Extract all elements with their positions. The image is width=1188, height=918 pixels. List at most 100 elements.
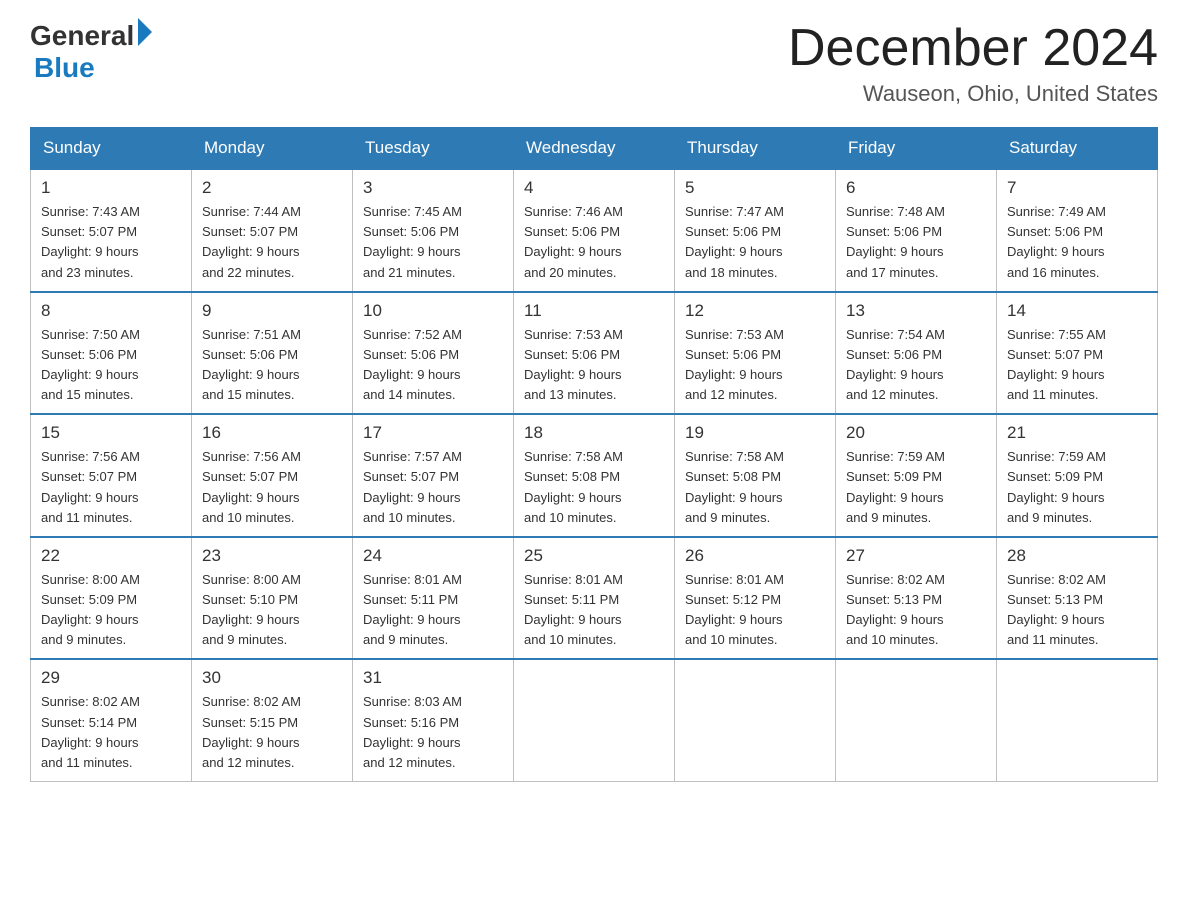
day-info: Sunrise: 8:00 AM Sunset: 5:09 PM Dayligh… — [41, 570, 181, 651]
day-number: 25 — [524, 546, 664, 566]
calendar-cell: 12 Sunrise: 7:53 AM Sunset: 5:06 PM Dayl… — [675, 292, 836, 415]
day-info: Sunrise: 7:59 AM Sunset: 5:09 PM Dayligh… — [1007, 447, 1147, 528]
day-number: 15 — [41, 423, 181, 443]
calendar-cell: 1 Sunrise: 7:43 AM Sunset: 5:07 PM Dayli… — [31, 169, 192, 292]
day-number: 5 — [685, 178, 825, 198]
calendar-cell — [997, 659, 1158, 781]
day-info: Sunrise: 7:52 AM Sunset: 5:06 PM Dayligh… — [363, 325, 503, 406]
week-row-3: 15 Sunrise: 7:56 AM Sunset: 5:07 PM Dayl… — [31, 414, 1158, 537]
day-info: Sunrise: 7:57 AM Sunset: 5:07 PM Dayligh… — [363, 447, 503, 528]
calendar-cell: 21 Sunrise: 7:59 AM Sunset: 5:09 PM Dayl… — [997, 414, 1158, 537]
day-info: Sunrise: 7:50 AM Sunset: 5:06 PM Dayligh… — [41, 325, 181, 406]
day-number: 1 — [41, 178, 181, 198]
calendar-cell: 15 Sunrise: 7:56 AM Sunset: 5:07 PM Dayl… — [31, 414, 192, 537]
day-info: Sunrise: 7:44 AM Sunset: 5:07 PM Dayligh… — [202, 202, 342, 283]
day-number: 10 — [363, 301, 503, 321]
week-row-5: 29 Sunrise: 8:02 AM Sunset: 5:14 PM Dayl… — [31, 659, 1158, 781]
calendar-cell: 22 Sunrise: 8:00 AM Sunset: 5:09 PM Dayl… — [31, 537, 192, 660]
day-number: 30 — [202, 668, 342, 688]
day-number: 14 — [1007, 301, 1147, 321]
calendar-cell: 5 Sunrise: 7:47 AM Sunset: 5:06 PM Dayli… — [675, 169, 836, 292]
title-section: December 2024 Wauseon, Ohio, United Stat… — [788, 20, 1158, 107]
day-number: 23 — [202, 546, 342, 566]
day-info: Sunrise: 7:45 AM Sunset: 5:06 PM Dayligh… — [363, 202, 503, 283]
calendar-cell — [675, 659, 836, 781]
calendar-cell: 13 Sunrise: 7:54 AM Sunset: 5:06 PM Dayl… — [836, 292, 997, 415]
day-number: 8 — [41, 301, 181, 321]
location-subtitle: Wauseon, Ohio, United States — [788, 81, 1158, 107]
day-number: 18 — [524, 423, 664, 443]
calendar-cell: 16 Sunrise: 7:56 AM Sunset: 5:07 PM Dayl… — [192, 414, 353, 537]
week-row-1: 1 Sunrise: 7:43 AM Sunset: 5:07 PM Dayli… — [31, 169, 1158, 292]
day-info: Sunrise: 8:02 AM Sunset: 5:13 PM Dayligh… — [846, 570, 986, 651]
calendar-cell: 18 Sunrise: 7:58 AM Sunset: 5:08 PM Dayl… — [514, 414, 675, 537]
day-info: Sunrise: 8:02 AM Sunset: 5:14 PM Dayligh… — [41, 692, 181, 773]
calendar-cell: 10 Sunrise: 7:52 AM Sunset: 5:06 PM Dayl… — [353, 292, 514, 415]
day-info: Sunrise: 7:53 AM Sunset: 5:06 PM Dayligh… — [524, 325, 664, 406]
day-number: 3 — [363, 178, 503, 198]
logo-blue: Blue — [30, 52, 152, 84]
day-number: 11 — [524, 301, 664, 321]
header-friday: Friday — [836, 128, 997, 170]
day-info: Sunrise: 7:47 AM Sunset: 5:06 PM Dayligh… — [685, 202, 825, 283]
day-number: 24 — [363, 546, 503, 566]
day-number: 7 — [1007, 178, 1147, 198]
calendar-cell: 27 Sunrise: 8:02 AM Sunset: 5:13 PM Dayl… — [836, 537, 997, 660]
day-info: Sunrise: 8:03 AM Sunset: 5:16 PM Dayligh… — [363, 692, 503, 773]
day-number: 19 — [685, 423, 825, 443]
day-info: Sunrise: 7:59 AM Sunset: 5:09 PM Dayligh… — [846, 447, 986, 528]
logo: General Blue — [30, 20, 152, 84]
header-monday: Monday — [192, 128, 353, 170]
month-title: December 2024 — [788, 20, 1158, 77]
day-number: 29 — [41, 668, 181, 688]
day-number: 12 — [685, 301, 825, 321]
calendar-cell: 20 Sunrise: 7:59 AM Sunset: 5:09 PM Dayl… — [836, 414, 997, 537]
day-info: Sunrise: 7:58 AM Sunset: 5:08 PM Dayligh… — [685, 447, 825, 528]
day-number: 9 — [202, 301, 342, 321]
day-number: 17 — [363, 423, 503, 443]
calendar-cell: 17 Sunrise: 7:57 AM Sunset: 5:07 PM Dayl… — [353, 414, 514, 537]
week-row-4: 22 Sunrise: 8:00 AM Sunset: 5:09 PM Dayl… — [31, 537, 1158, 660]
calendar-cell: 7 Sunrise: 7:49 AM Sunset: 5:06 PM Dayli… — [997, 169, 1158, 292]
calendar-cell: 2 Sunrise: 7:44 AM Sunset: 5:07 PM Dayli… — [192, 169, 353, 292]
day-number: 13 — [846, 301, 986, 321]
calendar-cell: 11 Sunrise: 7:53 AM Sunset: 5:06 PM Dayl… — [514, 292, 675, 415]
day-info: Sunrise: 7:54 AM Sunset: 5:06 PM Dayligh… — [846, 325, 986, 406]
day-number: 6 — [846, 178, 986, 198]
header-sunday: Sunday — [31, 128, 192, 170]
calendar-cell: 30 Sunrise: 8:02 AM Sunset: 5:15 PM Dayl… — [192, 659, 353, 781]
day-info: Sunrise: 7:48 AM Sunset: 5:06 PM Dayligh… — [846, 202, 986, 283]
calendar-cell: 4 Sunrise: 7:46 AM Sunset: 5:06 PM Dayli… — [514, 169, 675, 292]
day-number: 21 — [1007, 423, 1147, 443]
logo-arrow-icon — [138, 18, 152, 46]
calendar-cell: 14 Sunrise: 7:55 AM Sunset: 5:07 PM Dayl… — [997, 292, 1158, 415]
calendar-cell: 28 Sunrise: 8:02 AM Sunset: 5:13 PM Dayl… — [997, 537, 1158, 660]
calendar-cell: 31 Sunrise: 8:03 AM Sunset: 5:16 PM Dayl… — [353, 659, 514, 781]
calendar-cell — [836, 659, 997, 781]
day-number: 22 — [41, 546, 181, 566]
calendar-cell: 6 Sunrise: 7:48 AM Sunset: 5:06 PM Dayli… — [836, 169, 997, 292]
calendar-cell: 23 Sunrise: 8:00 AM Sunset: 5:10 PM Dayl… — [192, 537, 353, 660]
header-tuesday: Tuesday — [353, 128, 514, 170]
day-number: 26 — [685, 546, 825, 566]
calendar-cell: 26 Sunrise: 8:01 AM Sunset: 5:12 PM Dayl… — [675, 537, 836, 660]
day-info: Sunrise: 8:02 AM Sunset: 5:13 PM Dayligh… — [1007, 570, 1147, 651]
day-info: Sunrise: 7:46 AM Sunset: 5:06 PM Dayligh… — [524, 202, 664, 283]
day-info: Sunrise: 7:56 AM Sunset: 5:07 PM Dayligh… — [202, 447, 342, 528]
day-info: Sunrise: 7:55 AM Sunset: 5:07 PM Dayligh… — [1007, 325, 1147, 406]
day-info: Sunrise: 8:01 AM Sunset: 5:11 PM Dayligh… — [363, 570, 503, 651]
calendar-cell: 19 Sunrise: 7:58 AM Sunset: 5:08 PM Dayl… — [675, 414, 836, 537]
day-info: Sunrise: 7:53 AM Sunset: 5:06 PM Dayligh… — [685, 325, 825, 406]
week-row-2: 8 Sunrise: 7:50 AM Sunset: 5:06 PM Dayli… — [31, 292, 1158, 415]
day-info: Sunrise: 7:58 AM Sunset: 5:08 PM Dayligh… — [524, 447, 664, 528]
day-info: Sunrise: 8:00 AM Sunset: 5:10 PM Dayligh… — [202, 570, 342, 651]
calendar-cell: 8 Sunrise: 7:50 AM Sunset: 5:06 PM Dayli… — [31, 292, 192, 415]
day-info: Sunrise: 7:49 AM Sunset: 5:06 PM Dayligh… — [1007, 202, 1147, 283]
header-wednesday: Wednesday — [514, 128, 675, 170]
day-info: Sunrise: 8:02 AM Sunset: 5:15 PM Dayligh… — [202, 692, 342, 773]
calendar-cell — [514, 659, 675, 781]
day-number: 27 — [846, 546, 986, 566]
logo-general: General — [30, 20, 134, 52]
header-saturday: Saturday — [997, 128, 1158, 170]
calendar-cell: 9 Sunrise: 7:51 AM Sunset: 5:06 PM Dayli… — [192, 292, 353, 415]
